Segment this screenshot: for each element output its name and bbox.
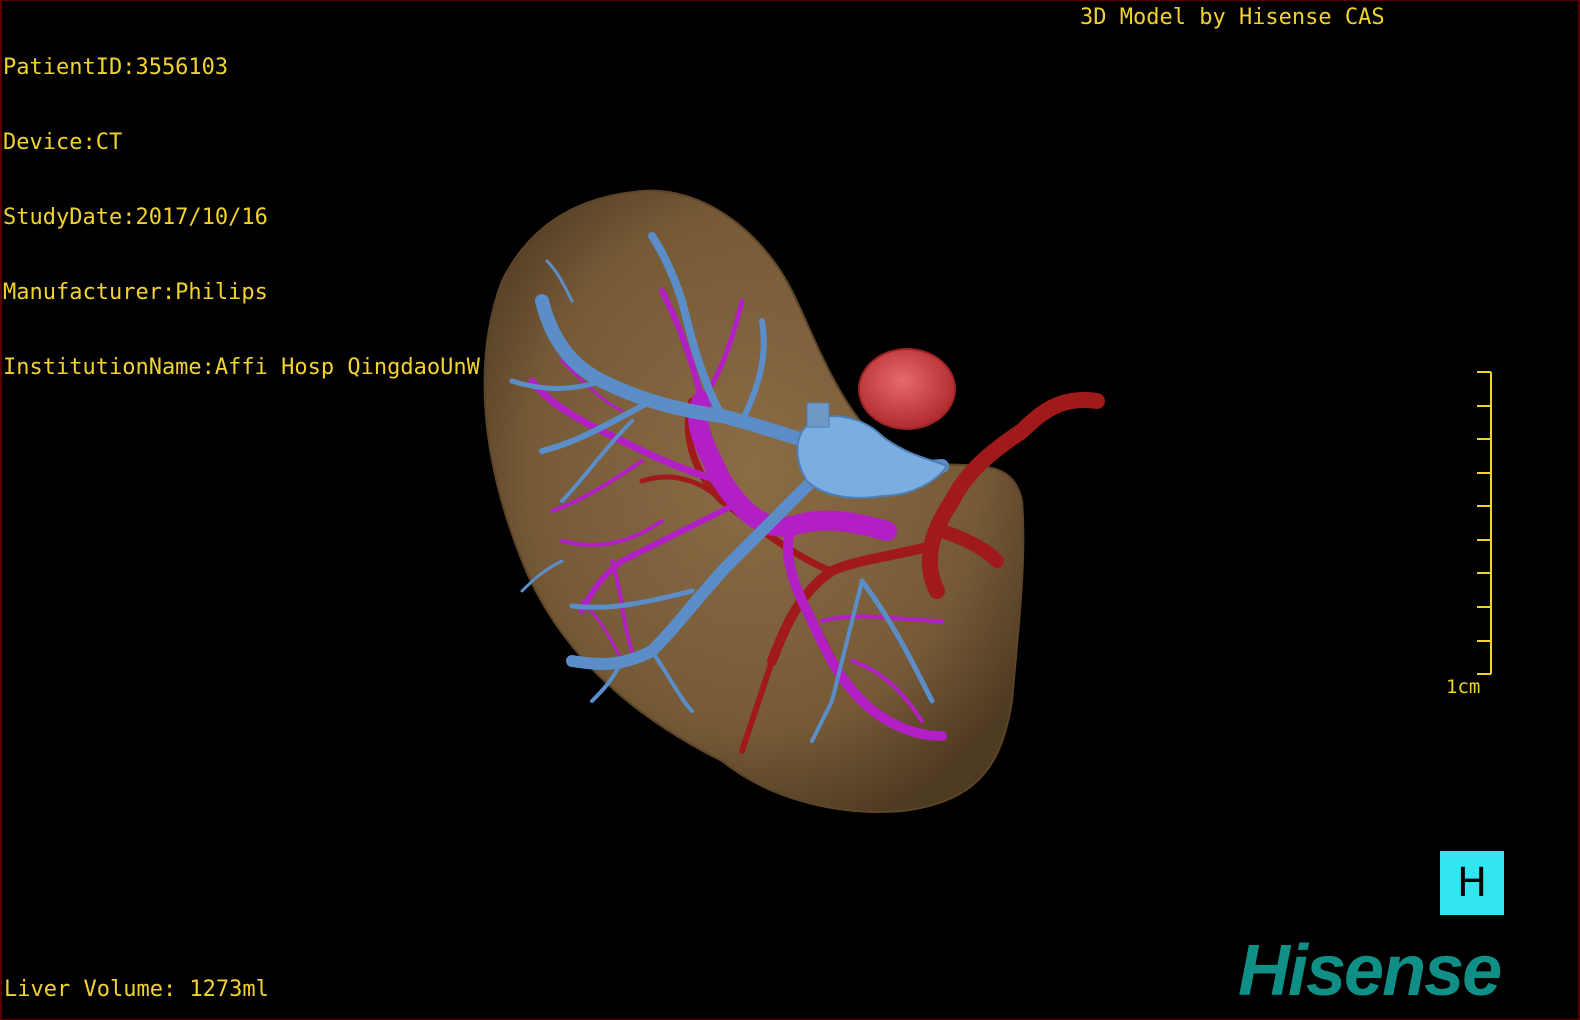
hisense-logo: Hisense	[1238, 931, 1502, 1011]
scale-bar-label: 1cm	[1446, 676, 1481, 698]
institution-text: InstitutionName:Affi Hosp QingdaoUnW	[3, 355, 480, 380]
model-title: 3D Model by Hisense CAS	[1080, 5, 1385, 30]
ivc-stub	[806, 402, 830, 428]
patient-info-block: PatientID:3556103 Device:CT StudyDate:20…	[3, 5, 480, 430]
manufacturer-text: Manufacturer:Philips	[3, 280, 268, 305]
patient-id-text: PatientID:3556103	[3, 55, 229, 80]
3d-render-viewport[interactable]: PatientID:3556103 Device:CT StudyDate:20…	[0, 0, 1580, 1020]
liver-volume-text: Liver Volume: 1273ml	[4, 977, 269, 1002]
scale-bar	[1477, 371, 1492, 675]
inferior-vena-cava	[796, 415, 949, 499]
tumor	[858, 348, 956, 430]
device-text: Device:CT	[3, 130, 123, 155]
orientation-marker-button[interactable]: H	[1440, 851, 1504, 915]
study-date-text: StudyDate:2017/10/16	[3, 205, 268, 230]
